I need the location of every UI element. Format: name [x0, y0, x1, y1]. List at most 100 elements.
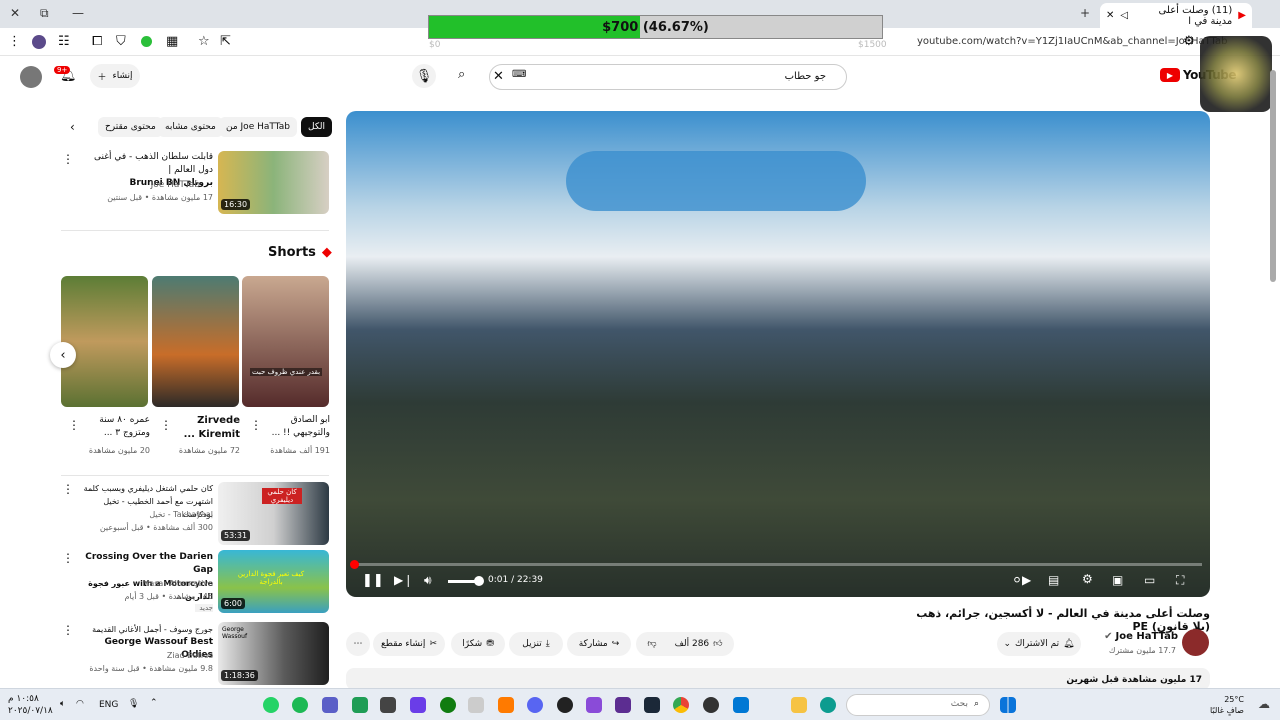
more-actions-button[interactable]: ⋯: [346, 632, 370, 656]
green-extension-icon[interactable]: [141, 36, 152, 47]
like-count[interactable]: 286 ألف: [675, 639, 710, 649]
voice-search-icon[interactable]: 🎙︎: [412, 64, 436, 88]
media-app-icon[interactable]: [410, 697, 426, 713]
mic-icon[interactable]: 🎙︎: [128, 699, 139, 709]
volume-icon[interactable]: 🔊︎: [424, 573, 432, 588]
site-settings-icon[interactable]: ⚙: [1183, 34, 1195, 49]
puzzle-icon[interactable]: ⧠: [92, 34, 102, 49]
shorts-prev-arrow-icon[interactable]: ‹: [50, 342, 76, 368]
search-icon[interactable]: ⌕: [458, 67, 465, 82]
new-tab-icon[interactable]: +: [1080, 6, 1090, 20]
progress-track[interactable]: [354, 563, 1202, 566]
miniplayer-icon[interactable]: ▣: [1112, 573, 1123, 587]
menu-dots-icon[interactable]: ⋮: [8, 34, 21, 49]
steam-icon[interactable]: [644, 697, 660, 713]
extension-icon[interactable]: ☷: [58, 34, 70, 49]
whatsapp-icon[interactable]: [263, 697, 279, 713]
related-channel[interactable]: Ziad Butros: [100, 651, 213, 660]
fullscreen-icon[interactable]: ⛶: [1176, 573, 1184, 588]
spotify-icon[interactable]: [292, 697, 308, 713]
settings-app-icon[interactable]: [380, 697, 396, 713]
short-title[interactable]: ابو الصادق والتوجيهي !! ...: [262, 414, 330, 440]
short-thumbnail[interactable]: [61, 276, 148, 407]
clip-button[interactable]: ✂ إنشاء مقطع: [373, 632, 445, 656]
like-icon[interactable]: 👍︎: [713, 639, 722, 649]
a-app-icon[interactable]: [498, 697, 514, 713]
related-item-menu-icon[interactable]: ⋮: [62, 551, 74, 565]
channel-name[interactable]: Joe HaTTab ✔: [1090, 631, 1178, 642]
obs-icon[interactable]: [703, 697, 719, 713]
related-item-menu-icon[interactable]: ⋮: [62, 152, 74, 166]
short-title[interactable]: Zirvede Kiremit ...: [170, 414, 240, 442]
volume-knob[interactable]: [474, 576, 484, 586]
search-input[interactable]: جو حطاب: [489, 64, 847, 90]
minimize-window-icon[interactable]: —: [72, 6, 84, 20]
vs-icon[interactable]: [615, 697, 631, 713]
chip-suggested[interactable]: محتوى مقترح: [98, 117, 163, 137]
tab-close-icon[interactable]: ✕: [1106, 10, 1114, 21]
wifi-icon[interactable]: ◠: [76, 699, 84, 709]
bookmark-star-icon[interactable]: ☆: [198, 34, 210, 49]
g-app-icon[interactable]: [468, 697, 484, 713]
chip-similar[interactable]: محتوى مشابه: [158, 117, 223, 137]
file-explorer-icon[interactable]: [791, 697, 807, 713]
chrome-icon[interactable]: [673, 697, 689, 713]
channel-avatar[interactable]: [1182, 629, 1209, 656]
browser-tab[interactable]: ▶ (11) وصلت أعلى مدينة في ا ◁ ✕: [1100, 3, 1252, 28]
grid-icon[interactable]: ▦: [166, 34, 178, 49]
page-scrollbar[interactable]: [1270, 70, 1276, 282]
outlook-icon[interactable]: [733, 697, 749, 713]
short-title[interactable]: عمره ٨٠ سنة ومتزوج ٣ ...: [80, 414, 150, 440]
discord-icon[interactable]: [527, 697, 543, 713]
subtitles-icon[interactable]: ▤: [1048, 573, 1059, 587]
related-item-menu-icon[interactable]: ⋮: [62, 482, 74, 496]
download-button[interactable]: ⤓ تنزيل: [509, 632, 563, 656]
shield-icon[interactable]: ⛉: [116, 34, 126, 49]
settings-gear-icon[interactable]: ⚙: [1082, 572, 1093, 586]
subscribed-button[interactable]: 🔔︎ تم الاشتراك ⌄: [997, 632, 1081, 656]
close-window-icon[interactable]: ✕: [10, 6, 20, 20]
windows-start-icon[interactable]: [1000, 697, 1016, 713]
clock[interactable]: ١٠:٥٨ م ٢٠٢٥/٠٧/١٨: [8, 693, 53, 717]
short-menu-icon[interactable]: ⋮: [250, 418, 262, 432]
related-item-menu-icon[interactable]: ⋮: [62, 623, 74, 637]
create-button[interactable]: ＋ إنشاء: [90, 64, 140, 88]
green-app-icon[interactable]: [352, 697, 368, 713]
thanks-button[interactable]: ⛃ شكرًا: [451, 632, 505, 656]
chip-from-channel[interactable]: من Joe HaTTab: [219, 117, 297, 137]
short-thumbnail[interactable]: [152, 276, 239, 407]
autoplay-toggle-icon[interactable]: ⚪▶: [1012, 573, 1031, 587]
keyboard-icon[interactable]: ⌨: [512, 69, 526, 80]
pause-icon[interactable]: ❚❚: [362, 573, 384, 588]
restore-window-icon[interactable]: ⧉: [40, 6, 49, 21]
xbox-icon[interactable]: [440, 697, 456, 713]
weather-widget[interactable]: 25°C صافٍ غالبًا: [1210, 694, 1244, 716]
theater-mode-icon[interactable]: ▭: [1144, 573, 1155, 587]
taskbar-search-box[interactable]: ⌕ بحث: [846, 694, 990, 716]
share-button[interactable]: ↪ مشاركة: [567, 632, 631, 656]
share-page-icon[interactable]: ⇱: [220, 34, 231, 49]
language-indicator[interactable]: ENG: [99, 700, 118, 710]
video-player[interactable]: ❚❚ ▶❘ 🔊︎ 0:01 / 22:39 ⚪▶ ▤ ⚙ ▣ ▭ ⛶: [346, 111, 1210, 597]
related-channel[interactable]: Joe HaTTab: [120, 180, 200, 190]
short-menu-icon[interactable]: ⋮: [68, 418, 80, 432]
dislike-icon[interactable]: 👎︎: [647, 639, 656, 649]
short-thumbnail[interactable]: [242, 276, 329, 407]
chips-back-icon[interactable]: ‹: [70, 120, 75, 134]
clear-search-icon[interactable]: ✕: [493, 69, 504, 84]
search-app-icon[interactable]: [557, 697, 573, 713]
edge-icon[interactable]: [820, 697, 836, 713]
url-text[interactable]: youtube.com/watch?v=Y1Zj1IaUCnM&ab_chann…: [917, 36, 1227, 47]
profile-avatar-icon[interactable]: [32, 35, 46, 49]
account-avatar[interactable]: [20, 66, 42, 88]
speaker-icon[interactable]: 🔈︎: [60, 699, 65, 709]
tab-audio-icon[interactable]: ◁: [1120, 10, 1128, 21]
tray-chevron-icon[interactable]: ⌃: [150, 698, 158, 708]
related-channel[interactable]: Takhayaal - تخيل: [100, 510, 213, 519]
teams-icon[interactable]: [322, 697, 338, 713]
related-channel[interactable]: Masar Alternativo: [100, 579, 213, 588]
progress-scrubber[interactable]: [350, 560, 359, 569]
chip-all[interactable]: الكل: [301, 117, 333, 137]
purple-app-icon[interactable]: [586, 697, 602, 713]
next-icon[interactable]: ▶❘: [394, 573, 413, 587]
